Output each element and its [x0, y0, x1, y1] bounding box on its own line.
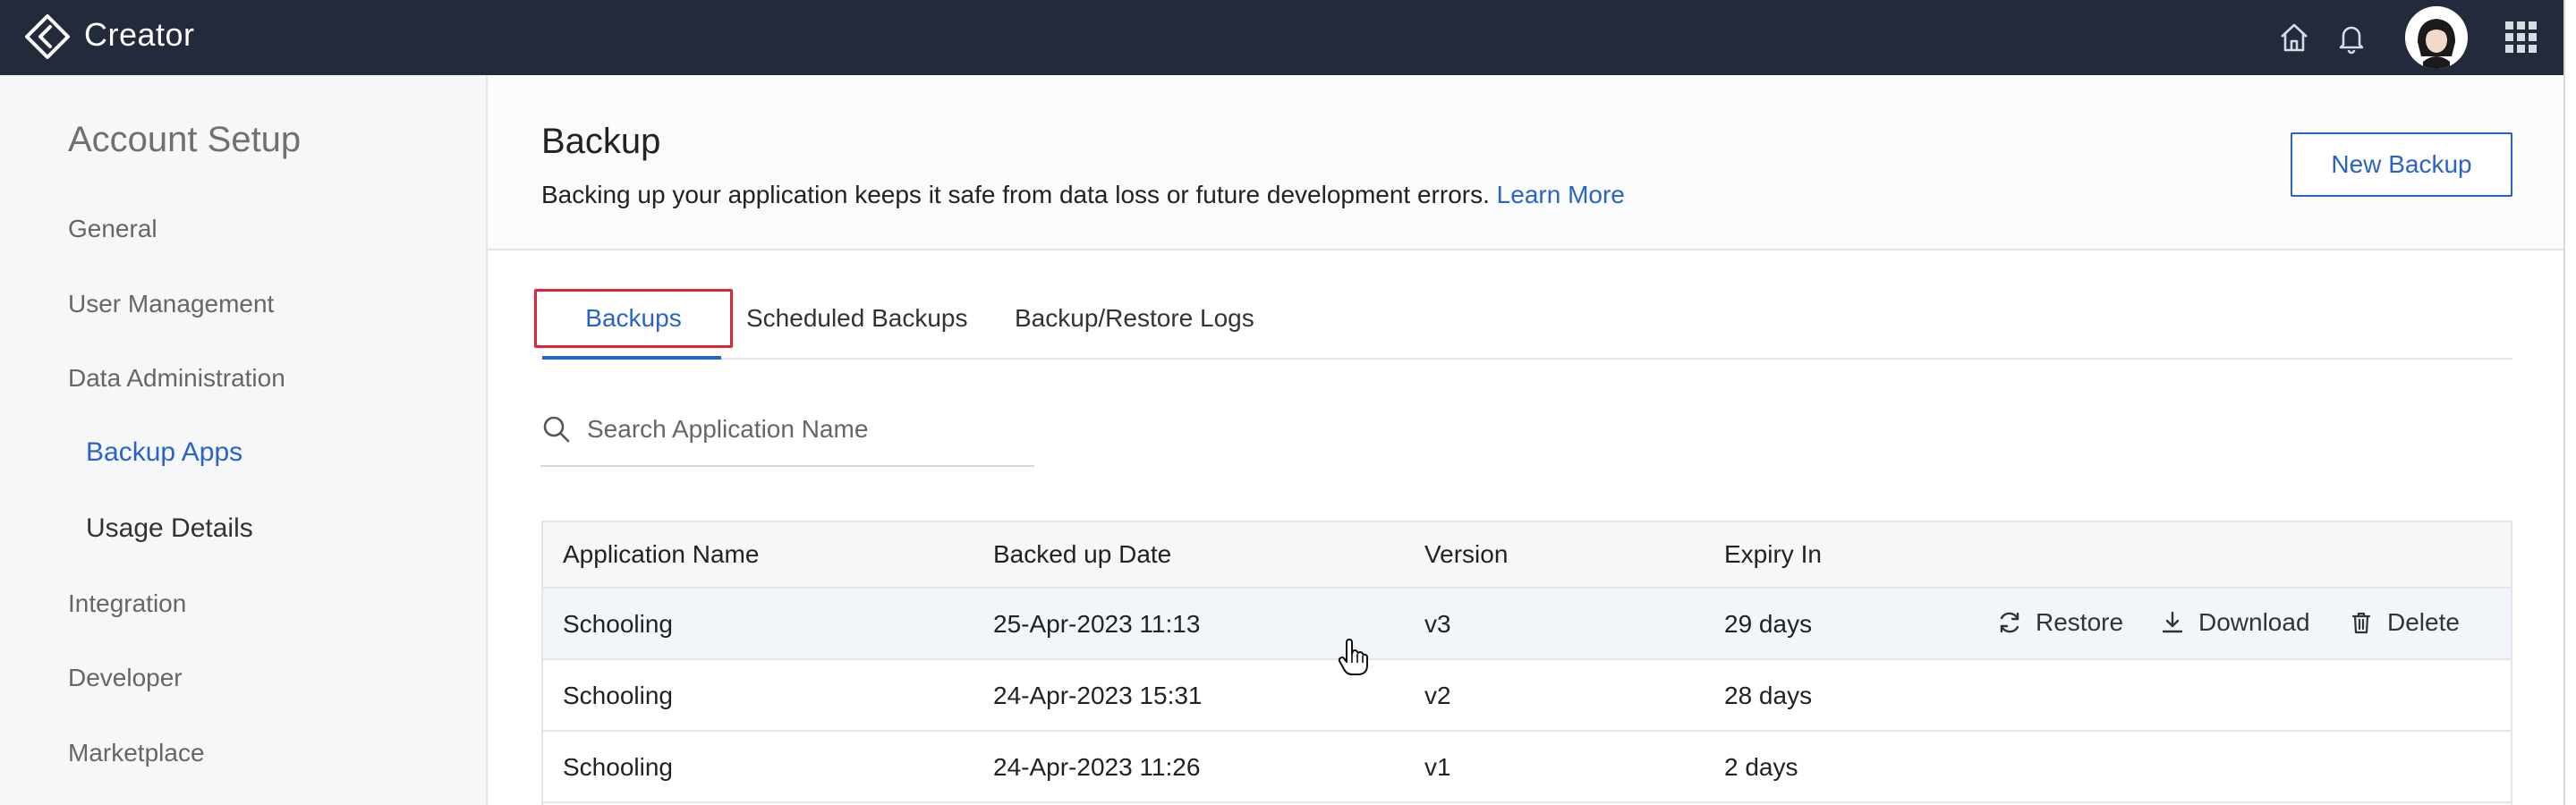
brand-name[interactable]: Creator [84, 16, 195, 54]
settings-sidebar: Account Setup General User Management Da… [0, 75, 488, 805]
cell-expiry: 29 days [1724, 610, 1813, 638]
cell-expiry: 2 days [1724, 753, 1798, 781]
cell-application-name: Schooling [563, 753, 673, 781]
cell-application-name: Schooling [563, 610, 673, 638]
tab-backup-restore-logs[interactable]: Backup/Restore Logs [1015, 304, 1254, 333]
table-row[interactable]: Schooling 24-Apr-2023 11:26 v1 2 days [543, 732, 2511, 803]
window-edge [2563, 0, 2576, 805]
sidebar-item-developer[interactable]: Developer [68, 664, 183, 692]
cell-version: v2 [1424, 682, 1451, 709]
download-icon [2162, 611, 2183, 633]
sidebar-title: Account Setup [68, 120, 302, 159]
column-header-backed-up-date: Backed up Date [993, 540, 1172, 568]
home-icon[interactable] [2274, 18, 2314, 57]
download-label: Download [2198, 608, 2310, 636]
backups-table: Application Name Backed up Date Version … [541, 521, 2512, 805]
trash-icon [2351, 612, 2371, 634]
table-row[interactable]: Schooling 25-Apr-2023 11:13 v3 29 days R… [543, 589, 2511, 660]
table-row[interactable]: Schooling 24-Apr-2023 15:31 v2 28 days [543, 660, 2511, 732]
column-header-application-name: Application Name [563, 540, 760, 568]
cell-expiry: 28 days [1724, 682, 1813, 709]
column-header-expiry-in: Expiry In [1724, 540, 1822, 568]
sidebar-item-general[interactable]: General [68, 215, 157, 243]
delete-button[interactable]: Delete [2348, 608, 2460, 637]
search-icon [543, 416, 570, 443]
restore-label: Restore [2036, 608, 2124, 636]
sidebar-item-backup-apps[interactable]: Backup Apps [86, 437, 242, 468]
page-title: Backup [541, 122, 661, 161]
sidebar-item-data-administration[interactable]: Data Administration [68, 364, 285, 393]
cell-version: v1 [1424, 753, 1451, 781]
hand-cursor-icon [1338, 639, 1368, 675]
tab-scheduled-backups[interactable]: Scheduled Backups [746, 304, 968, 333]
cell-application-name: Schooling [563, 682, 673, 709]
page-header: Backup Backing up your application keeps… [488, 75, 2563, 250]
description-text: Backing up your application keeps it saf… [541, 181, 1490, 208]
new-backup-button[interactable]: New Backup [2291, 132, 2512, 197]
app-window: Creator Account Setup General User Manag… [0, 0, 2563, 805]
search-input[interactable] [587, 410, 1025, 449]
sidebar-item-user-management[interactable]: User Management [68, 290, 274, 318]
apps-grid-icon[interactable] [2504, 20, 2539, 55]
bell-icon[interactable] [2332, 18, 2371, 57]
learn-more-link[interactable]: Learn More [1497, 181, 1625, 208]
cell-version: v3 [1424, 610, 1451, 638]
tab-backups[interactable]: Backups [534, 289, 733, 348]
column-header-version: Version [1424, 540, 1509, 568]
page-description: Backing up your application keeps it saf… [541, 181, 1625, 209]
search-box [540, 404, 1034, 467]
sidebar-item-usage-details[interactable]: Usage Details [86, 513, 253, 544]
cell-backed-up-date: 25-Apr-2023 11:13 [993, 610, 1201, 638]
delete-label: Delete [2387, 608, 2460, 636]
restore-icon [2000, 612, 2019, 633]
active-tab-indicator [542, 356, 721, 360]
avatar[interactable] [2405, 6, 2468, 69]
cell-backed-up-date: 24-Apr-2023 11:26 [993, 753, 1201, 781]
tabs-divider [541, 358, 2512, 360]
table-header: Application Name Backed up Date Version … [543, 522, 2511, 589]
creator-logo-icon[interactable] [23, 13, 72, 61]
restore-button[interactable]: Restore [1996, 608, 2123, 637]
download-button[interactable]: Download [2159, 608, 2310, 637]
cell-backed-up-date: 24-Apr-2023 15:31 [993, 682, 1203, 709]
avatar-image [2405, 6, 2468, 69]
top-bar: Creator [0, 0, 2563, 75]
sidebar-item-marketplace[interactable]: Marketplace [68, 739, 205, 767]
sidebar-item-integration[interactable]: Integration [68, 589, 186, 618]
